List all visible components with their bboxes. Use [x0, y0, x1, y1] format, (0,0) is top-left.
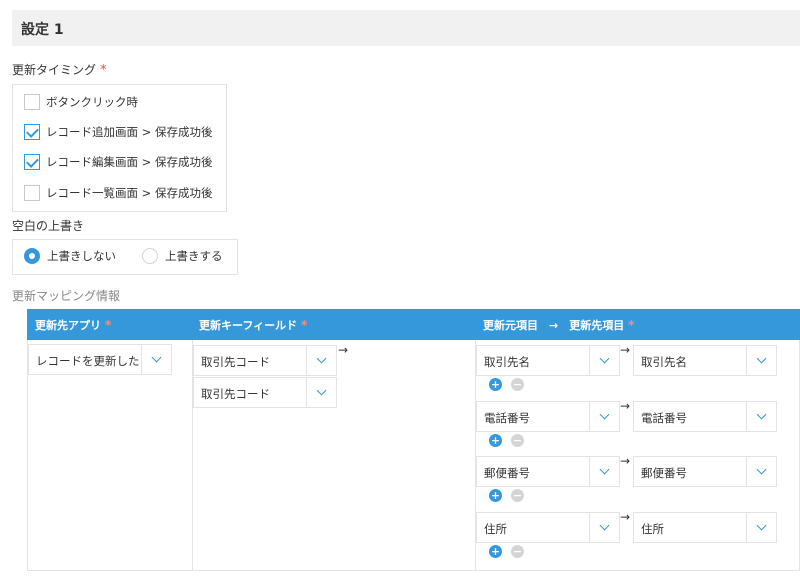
remove-row-button[interactable]: − [511, 545, 524, 558]
timing-option-record-edit[interactable]: レコード編集画面 > 保存成功後 [24, 153, 212, 171]
chevron-down-icon[interactable] [306, 346, 336, 375]
checkbox[interactable] [24, 185, 40, 201]
header-target-app: 更新先アプリ * [35, 318, 112, 332]
arrow-icon: → [620, 399, 631, 413]
add-row-button[interactable]: + [489, 434, 502, 447]
blank-overwrite-label: 空白の上書き [12, 219, 85, 233]
arrow-icon: → [338, 343, 349, 357]
header-key-field: 更新キーフィールド * [199, 318, 308, 332]
required-mark: * [100, 63, 107, 78]
target-field-select[interactable]: 郵便番号 [633, 456, 777, 487]
mapping-label: 更新マッピング情報 [12, 289, 121, 303]
chevron-down-icon[interactable] [306, 378, 336, 407]
blank-overwrite-radio-group: 上書きしない 上書きする [12, 239, 238, 275]
remove-row-button[interactable]: − [511, 378, 524, 391]
chevron-down-icon[interactable] [589, 513, 619, 542]
timing-option-record-add[interactable]: レコード追加画面 > 保存成功後 [24, 123, 212, 141]
mapping-table-header: 更新先アプリ * 更新キーフィールド * 更新元項目 → 更新先項目 * [27, 309, 800, 340]
arrow-icon: → [620, 510, 631, 524]
source-field-select[interactable]: 郵便番号 [476, 456, 620, 487]
section-header: 設定 1 [12, 10, 800, 46]
target-field-select[interactable]: 取引先名 [633, 345, 777, 376]
checkbox[interactable] [24, 154, 40, 170]
checkbox[interactable] [24, 94, 40, 110]
arrow-icon: → [620, 454, 631, 468]
chevron-down-icon[interactable] [746, 402, 776, 431]
radio-button[interactable] [24, 248, 40, 264]
timing-checkbox-group: ボタンクリック時 レコード追加画面 > 保存成功後 レコード編集画面 > 保存成… [12, 84, 227, 212]
source-field-select[interactable]: 住所 [476, 512, 620, 543]
checkbox[interactable] [24, 124, 40, 140]
arrow-icon: → [620, 343, 631, 357]
radio-overwrite[interactable]: 上書きする [142, 248, 223, 264]
add-row-button[interactable]: + [489, 489, 502, 502]
chevron-down-icon[interactable] [589, 346, 619, 375]
radio-button[interactable] [142, 248, 158, 264]
add-row-button[interactable]: + [489, 545, 502, 558]
chevron-down-icon[interactable] [746, 457, 776, 486]
add-row-button[interactable]: + [489, 378, 502, 391]
source-field-select[interactable]: 電話番号 [476, 401, 620, 432]
header-source-target: 更新元項目 → 更新先項目 * [483, 318, 635, 332]
chevron-down-icon[interactable] [589, 457, 619, 486]
chevron-down-icon[interactable] [746, 513, 776, 542]
chevron-down-icon[interactable] [141, 345, 171, 374]
timing-label: 更新タイミング * [12, 63, 107, 78]
target-field-select[interactable]: 住所 [633, 512, 777, 543]
key-field-select[interactable]: 取引先コード [193, 345, 337, 376]
chevron-down-icon[interactable] [589, 402, 619, 431]
key-field-select[interactable]: 取引先コード [193, 377, 337, 408]
section-title: 設定 1 [21, 22, 64, 38]
timing-option-record-list[interactable]: レコード一覧画面 > 保存成功後 [24, 184, 212, 202]
timing-option-button-click[interactable]: ボタンクリック時 [24, 93, 138, 111]
chevron-down-icon[interactable] [746, 346, 776, 375]
source-field-select[interactable]: 取引先名 [476, 345, 620, 376]
target-app-select[interactable]: レコードを更新したい [28, 344, 172, 375]
remove-row-button[interactable]: − [511, 489, 524, 502]
target-field-select[interactable]: 電話番号 [633, 401, 777, 432]
radio-no-overwrite[interactable]: 上書きしない [24, 248, 116, 264]
remove-row-button[interactable]: − [511, 434, 524, 447]
